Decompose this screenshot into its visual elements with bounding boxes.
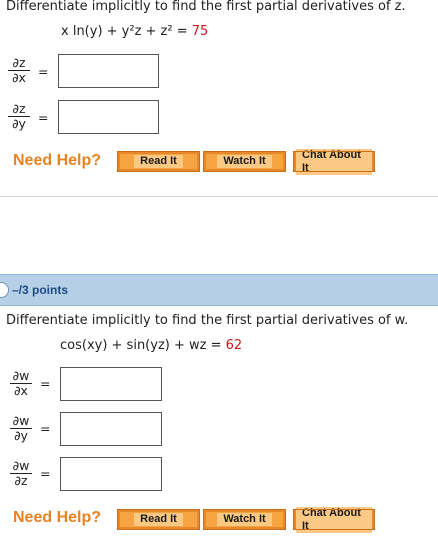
q1-dz-dx-fraction: ∂z ∂x xyxy=(8,56,30,85)
q2-equation-rhs: 62 xyxy=(225,338,243,353)
fraction-denominator: ∂y xyxy=(8,116,30,131)
q1-dz-dy-answer-input[interactable] xyxy=(58,100,159,134)
equals-sign: = xyxy=(40,376,51,391)
q1-prompt: Differentiate implicitly to find the fir… xyxy=(6,0,406,14)
q1-watch-it-button[interactable]: Watch It xyxy=(203,151,286,172)
q2-dw-dz-answer-input[interactable] xyxy=(60,457,162,491)
q2-dw-dy-answer-input[interactable] xyxy=(60,412,162,446)
fraction-numerator: ∂w xyxy=(12,458,30,473)
fraction-numerator: ∂w xyxy=(12,368,30,383)
q2-points-label: –/3 points xyxy=(12,283,69,297)
q2-prompt: Differentiate implicitly to find the fir… xyxy=(6,313,409,328)
q2-need-help-label: Need Help? xyxy=(13,509,102,526)
button-label: Read It xyxy=(134,155,183,168)
q2-points-bar: –/3 points xyxy=(0,274,438,306)
q1-equation: x ln(y) + y²z + z² = 75 xyxy=(61,24,208,39)
q2-chat-about-it-button[interactable]: Chat About It xyxy=(293,506,375,533)
equals-sign: = xyxy=(40,421,51,436)
fraction-denominator: ∂x xyxy=(10,383,32,398)
button-label: Chat About It xyxy=(296,506,372,533)
q1-dz-dx-answer-input[interactable] xyxy=(58,54,159,88)
q1-equation-rhs: 75 xyxy=(191,24,209,39)
button-label: Chat About It xyxy=(296,148,372,175)
equals-sign: = xyxy=(40,466,51,481)
fraction-denominator: ∂x xyxy=(8,70,30,85)
fraction-numerator: ∂z xyxy=(12,101,26,116)
q2-dw-dx-answer-input[interactable] xyxy=(60,367,162,401)
button-label: Read It xyxy=(134,513,183,526)
q1-dz-dy-fraction: ∂z ∂y xyxy=(8,102,30,131)
q1-chat-about-it-button[interactable]: Chat About It xyxy=(293,148,375,175)
equals-sign: = xyxy=(38,110,49,125)
q1-equation-lhs: x ln(y) + y²z + z² = xyxy=(61,24,192,39)
fraction-denominator: ∂z xyxy=(10,473,32,488)
q2-watch-it-button[interactable]: Watch It xyxy=(203,509,286,530)
q2-dw-dx-fraction: ∂w ∂x xyxy=(10,369,32,398)
q2-dw-dy-fraction: ∂w ∂y xyxy=(10,414,32,443)
q1-read-it-button[interactable]: Read It xyxy=(117,151,200,172)
button-label: Watch It xyxy=(217,513,272,526)
q2-equation-lhs: cos(xy) + sin(yz) + wz = xyxy=(60,338,226,353)
q1-need-help-label: Need Help? xyxy=(13,152,102,169)
q2-read-it-button[interactable]: Read It xyxy=(117,509,200,530)
q2-equation: cos(xy) + sin(yz) + wz = 62 xyxy=(60,338,242,353)
fraction-numerator: ∂w xyxy=(12,413,30,428)
button-label: Watch It xyxy=(217,155,272,168)
fraction-numerator: ∂z xyxy=(12,55,26,70)
equals-sign: = xyxy=(38,64,49,79)
fraction-denominator: ∂y xyxy=(10,428,32,443)
q2-dw-dz-fraction: ∂w ∂z xyxy=(10,459,32,488)
question-status-icon xyxy=(0,282,9,298)
section-divider xyxy=(0,196,438,197)
